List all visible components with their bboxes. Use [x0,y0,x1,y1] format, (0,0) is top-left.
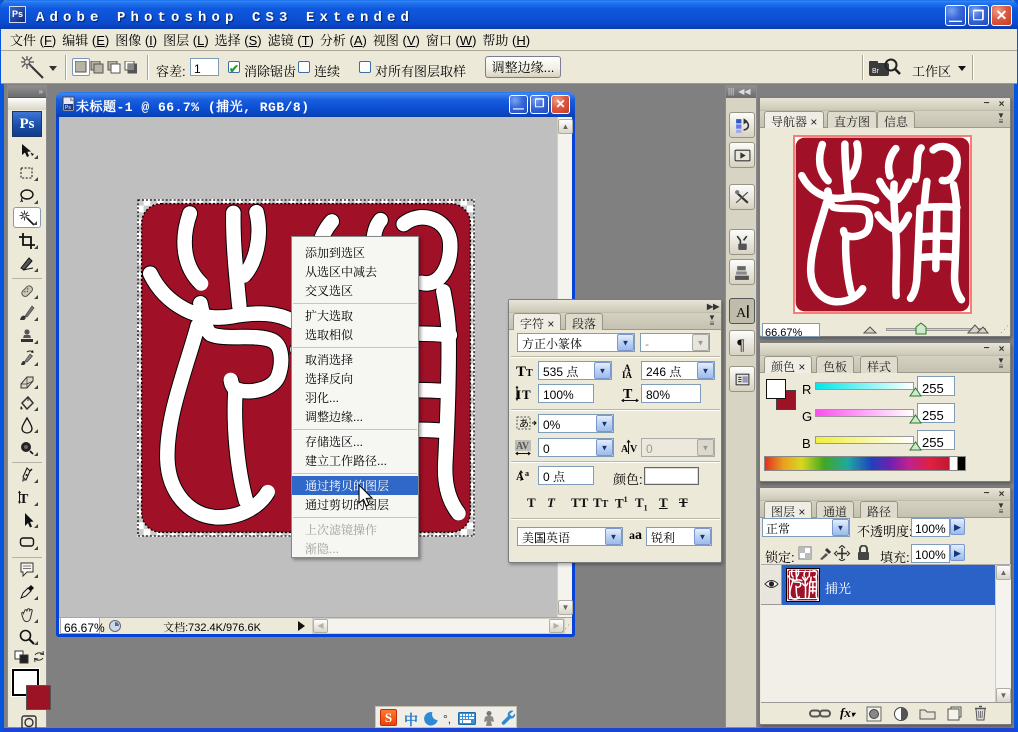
svg-text:Br: Br [872,68,880,75]
svg-text:¶: ¶ [737,337,745,352]
svg-text:T: T [526,368,533,379]
svg-text:T: T [623,387,633,402]
svg-text:V: V [630,444,638,455]
svg-text:IA: IA [622,370,633,379]
svg-text:T: T [516,364,526,379]
svg-text:A: A [621,444,629,455]
svg-text:T: T [522,387,531,402]
svg-text:T: T [19,492,29,507]
svg-text:Ps: Ps [65,105,71,111]
svg-text:A: A [736,305,746,320]
svg-text:a: a [525,469,529,478]
svg-text:あ: あ [519,418,529,430]
